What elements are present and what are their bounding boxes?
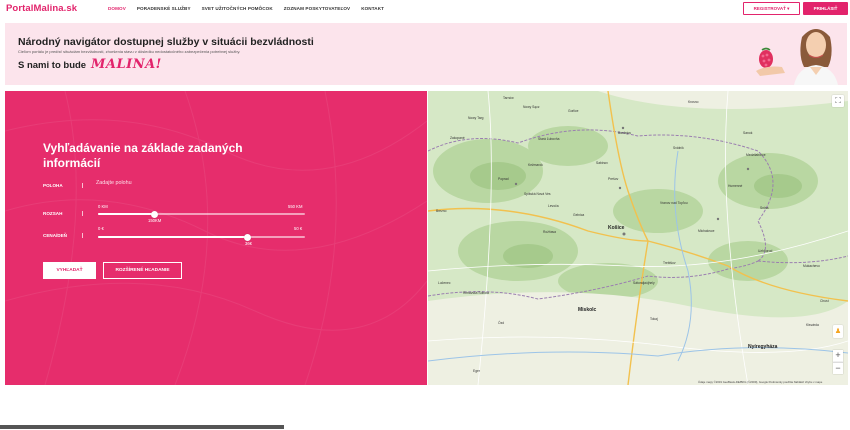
horizontal-scrollbar[interactable]	[0, 425, 284, 429]
hero-banner: Národný navigátor dostupnej služby v sit…	[5, 23, 847, 85]
nav-item-poradenske-sluzby[interactable]: PORADENSKÉ SLUŽBY	[137, 6, 191, 11]
price-label: CENA/DEŇ	[43, 233, 67, 238]
map-city-label: Medzilaborce	[746, 153, 766, 157]
top-header: PortalMalina.sk DOMOV PORADENSKÉ SLUŽBY …	[0, 0, 850, 18]
map-city-label: Levoča	[548, 204, 559, 208]
range-min-label: 0 KM	[98, 204, 108, 209]
map-city-label: Sanok	[743, 131, 753, 135]
map-city-label: Sátoraljaújhely	[633, 281, 655, 285]
map-city-label: Vranov nad Topľou	[660, 201, 688, 205]
advanced-search-button[interactable]: ROZŠÍRENÉ HĽADANIE	[103, 262, 182, 279]
map-city-label: Rimavská Sobota	[463, 291, 489, 295]
map-city-label: Krosno	[688, 100, 699, 104]
hero-motto: S nami to bude	[18, 60, 87, 71]
map-city-label: Gelnica	[573, 213, 585, 217]
map-city-label: Kisvárda	[806, 323, 819, 327]
map-city-label: Humenné	[728, 184, 743, 188]
map-city-label: Košice	[608, 225, 625, 231]
map-city-label: Prešov	[608, 177, 619, 181]
site-logo[interactable]: PortalMalina.sk	[6, 3, 77, 14]
map-city-label: Spišská Nová Ves	[524, 192, 551, 196]
map-city-label: Eger	[473, 369, 480, 373]
price-slider[interactable]	[98, 233, 305, 241]
hero-person-image	[756, 29, 838, 85]
price-max-label: 50 €	[294, 226, 303, 231]
page: PortalMalina.sk DOMOV PORADENSKÉ SLUŽBY …	[0, 0, 850, 430]
price-min-label: 0 €	[98, 226, 104, 231]
map-city-label: Uzhhorod	[758, 249, 773, 253]
map-city-label: Rožňava	[543, 230, 557, 234]
zoom-in-button[interactable]: +	[833, 350, 843, 362]
map-city-label: Nowy Sącz	[523, 105, 540, 109]
range-slider-handle[interactable]	[150, 210, 158, 218]
price-slider-handle[interactable]	[243, 233, 251, 241]
map-view[interactable]: Košice Prešov Poprad Bardejov Humenné Mi…	[428, 91, 848, 385]
hero-title: Národný navigátor dostupnej služby v sit…	[18, 36, 314, 48]
map-city-label: Chust	[820, 299, 829, 303]
range-separator	[82, 211, 83, 216]
search-panel: Vyhľadávanie na základe zadaných informá…	[5, 91, 427, 385]
range-max-label: 550 KM	[288, 204, 303, 209]
price-slider-fill	[98, 236, 247, 238]
map-city-label: Poprad	[498, 177, 509, 181]
nav-item-zoznam-poskytovatelov[interactable]: ZOZNAM POSKYTOVATEĽOV	[284, 6, 350, 11]
location-separator	[82, 183, 83, 188]
search-title: Vyhľadávanie na základe zadaných informá…	[43, 141, 243, 170]
map-city-label: Gorlice	[568, 109, 579, 113]
map-city-label: Tarnów	[503, 96, 514, 100]
map-city-label: Svidník	[673, 146, 684, 150]
fullscreen-icon[interactable]: ⛶	[832, 95, 844, 107]
hero-subtitle: Cieľom portálu je predísť situáciám bezv…	[18, 49, 241, 54]
map-city-label: Brezno	[436, 209, 447, 213]
range-label: ROZSAH	[43, 211, 63, 216]
map-city-label: Mukachevo	[803, 264, 820, 268]
map-city-label: Ózd	[498, 321, 505, 325]
map-terrain	[428, 91, 848, 385]
map-city-label: Snina	[760, 206, 769, 210]
range-slider-fill	[98, 213, 154, 215]
map-city-label: Zakopané	[450, 136, 465, 140]
map-city-label: Tokaj	[650, 317, 658, 321]
register-button[interactable]: REGISTROVAŤ ▾	[743, 2, 800, 15]
price-value: 36€	[245, 241, 252, 246]
login-button[interactable]: PRIHLÁSIŤ	[803, 2, 848, 15]
price-separator	[82, 233, 83, 238]
nav-item-kontakt[interactable]: KONTAKT	[361, 6, 384, 11]
map-city-label: Miskolc	[578, 307, 597, 313]
map-city-label: Kežmarok	[528, 163, 543, 167]
location-input[interactable]	[96, 180, 296, 186]
range-slider[interactable]	[98, 210, 305, 218]
street-view-pegman-icon[interactable]: ♟	[833, 325, 843, 338]
map-pattern-background	[5, 91, 427, 385]
range-value: 150KM	[148, 218, 162, 223]
nav-item-domov[interactable]: DOMOV	[108, 6, 126, 11]
map-city-label: Bardejov	[618, 131, 632, 135]
nav-item-svet-pomocok[interactable]: SVET UŽITOČNÝCH POMÔCOK	[202, 6, 273, 11]
main-nav: DOMOV PORADENSKÉ SLUŽBY SVET UŽITOČNÝCH …	[108, 6, 395, 11]
location-label: POLOHA	[43, 183, 63, 188]
map-city-label: Lučenec	[438, 281, 451, 285]
malina-brand-logo: MALINA!	[91, 57, 162, 72]
search-button[interactable]: VYHĽADAŤ	[43, 262, 96, 279]
map-attribution: Údaje mapy ©2019 GeoBasis-DE/BKG (©2009)…	[698, 380, 823, 384]
map-city-label: Stará Ľubovňa	[538, 137, 560, 141]
map-city-label: Trebišov	[663, 261, 676, 265]
map-city-label: Nyíregyháza	[748, 344, 778, 350]
map-city-label: Nowy Targ	[468, 116, 484, 120]
map-city-label: Michalovce	[698, 229, 715, 233]
zoom-out-button[interactable]: −	[833, 362, 843, 374]
map-city-label: Sabinov	[596, 161, 608, 165]
